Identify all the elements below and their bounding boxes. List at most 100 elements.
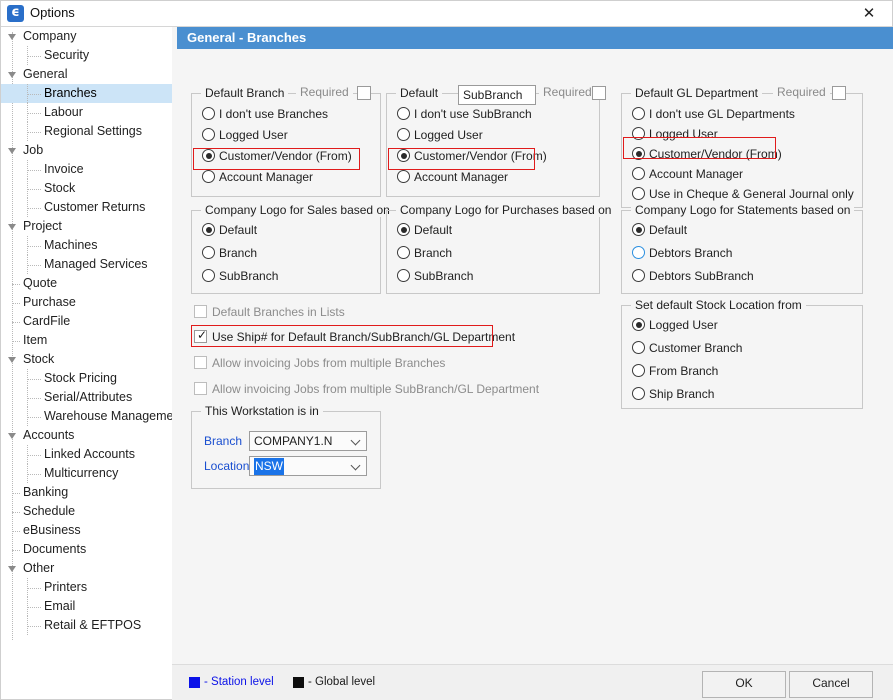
- sidebar-item-linked-accounts[interactable]: Linked Accounts: [1, 445, 172, 464]
- sidebar-item-security[interactable]: Security: [1, 46, 172, 65]
- sidebar-item-schedule[interactable]: Schedule: [1, 502, 172, 521]
- sidebar-item-cardfile[interactable]: CardFile: [1, 312, 172, 331]
- sidebar-item-general[interactable]: General: [1, 65, 172, 84]
- sidebar-item-item[interactable]: Item: [1, 331, 172, 350]
- sidebar-item-email[interactable]: Email: [1, 597, 172, 616]
- tree-connector: [27, 189, 41, 191]
- sidebar-item-banking[interactable]: Banking: [1, 483, 172, 502]
- tree-connector: [27, 597, 29, 616]
- group-default-subbranch: Default I don't use SubBranch Logged Use…: [386, 86, 600, 197]
- tree-connector: [27, 455, 41, 457]
- close-icon[interactable]: ✕: [846, 1, 892, 26]
- sidebar-item-multicurrency[interactable]: Multicurrency: [1, 464, 172, 483]
- sidebar-item-label: Customer Returns: [44, 200, 146, 214]
- sidebar-item-documents[interactable]: Documents: [1, 540, 172, 559]
- options-tree[interactable]: Company Security General Branches Labour Regi…: [1, 27, 172, 699]
- sidebar-item-label: eBusiness: [23, 523, 81, 537]
- tree-connector: [27, 407, 29, 426]
- tree-connector: [27, 398, 41, 400]
- sidebar-item-retail-eftpos[interactable]: Retail & EFTPOS: [1, 616, 172, 635]
- sidebar-item-label: Quote: [23, 276, 58, 290]
- legend-swatch-station: [189, 677, 200, 688]
- cancel-button[interactable]: Cancel: [789, 671, 873, 698]
- tree-connector: [12, 531, 20, 533]
- sidebar-item-managed-services[interactable]: Managed Services: [1, 255, 172, 274]
- tree-connector: [27, 626, 41, 628]
- sidebar-item-label: Invoice: [44, 162, 84, 176]
- sidebar-item-regional-settings[interactable]: Regional Settings: [1, 122, 172, 141]
- radio-label: Customer/Vendor (From): [649, 147, 782, 161]
- sidebar-item-label: Linked Accounts: [44, 447, 136, 461]
- expander-arrow-icon[interactable]: [8, 34, 16, 40]
- tree-connector: [27, 607, 41, 609]
- expander-arrow-icon[interactable]: [8, 224, 16, 230]
- expander-arrow-icon[interactable]: [8, 433, 16, 439]
- tree-connector: [12, 493, 20, 495]
- sidebar-item-serial-attributes[interactable]: Serial/Attributes: [1, 388, 172, 407]
- sidebar-item-label: Company: [23, 29, 77, 43]
- tree-connector: [27, 255, 29, 274]
- subbranch-name-input[interactable]: [458, 85, 536, 105]
- sidebar-item-company[interactable]: Company: [1, 27, 172, 46]
- expander-arrow-icon[interactable]: [8, 72, 16, 78]
- expander-arrow-icon[interactable]: [8, 566, 16, 572]
- required-checkbox-gl[interactable]: [832, 86, 846, 100]
- sidebar-item-printers[interactable]: Printers: [1, 578, 172, 597]
- radio-label: Branch: [414, 246, 453, 260]
- sidebar-item-job[interactable]: Job: [1, 141, 172, 160]
- tree-connector: [27, 578, 29, 597]
- sidebar-item-label: Warehouse Management: [44, 409, 172, 423]
- sidebar-item-label: Security: [44, 48, 90, 62]
- group-default-gl-department: Default GL Department I don't use GL Dep…: [621, 86, 863, 208]
- required-label-subbranch: Required: [539, 85, 596, 99]
- tree-connector: [27, 445, 29, 464]
- group-gl-department-title: Default GL Department: [631, 86, 762, 100]
- radio-label: Default: [414, 223, 453, 237]
- expander-arrow-icon[interactable]: [8, 357, 16, 363]
- sidebar-item-label: Project: [23, 219, 62, 233]
- sidebar-item-machines[interactable]: Machines: [1, 236, 172, 255]
- group-logo-statements: Company Logo for Statements based on Def…: [621, 203, 863, 294]
- required-label-gl: Required: [773, 85, 830, 99]
- radio-icon: [632, 364, 645, 377]
- sidebar-item-quote[interactable]: Quote: [1, 274, 172, 293]
- tree-connector: [12, 322, 20, 324]
- group-logo-statements-title: Company Logo for Statements based on: [631, 203, 855, 217]
- tree-connector: [27, 94, 41, 96]
- required-checkbox-branch[interactable]: [357, 86, 371, 100]
- sidebar-item-invoice[interactable]: Invoice: [1, 160, 172, 179]
- sidebar-item-warehouse-management[interactable]: Warehouse Management: [1, 407, 172, 426]
- expander-arrow-icon[interactable]: [8, 148, 16, 154]
- tree-connector: [12, 284, 20, 286]
- radio-label: I don't use Branches: [219, 107, 329, 121]
- sidebar-item-label: Managed Services: [44, 257, 148, 271]
- sidebar-item-accounts[interactable]: Accounts: [1, 426, 172, 445]
- sidebar-item-stock[interactable]: Stock: [1, 179, 172, 198]
- checkbox-icon: ✓: [194, 328, 207, 343]
- radio-label: Customer/Vendor (From): [414, 149, 547, 163]
- sidebar-item-stock-pricing[interactable]: Stock Pricing: [1, 369, 172, 388]
- ok-button[interactable]: OK: [702, 671, 786, 698]
- sidebar-item-label: Other: [23, 561, 55, 575]
- sidebar-item-label: Email: [44, 599, 76, 613]
- sidebar-item-customer-returns[interactable]: Customer Returns: [1, 198, 172, 217]
- sidebar-item-ebusiness[interactable]: eBusiness: [1, 521, 172, 540]
- branch-combobox[interactable]: COMPANY1.N: [249, 431, 367, 451]
- sidebar-item-branches[interactable]: Branches: [1, 84, 172, 103]
- group-workstation-title: This Workstation is in: [201, 404, 323, 418]
- sidebar-item-purchase[interactable]: Purchase: [1, 293, 172, 312]
- sidebar-item-stock[interactable]: Stock: [1, 350, 172, 369]
- sidebar-item-other[interactable]: Other: [1, 559, 172, 578]
- tree-connector: [27, 265, 41, 267]
- location-combobox[interactable]: NSW: [249, 456, 367, 476]
- checkbox-label: Allow invoicing Jobs from multiple Branc…: [212, 356, 446, 370]
- radio-label: I don't use GL Departments: [649, 107, 795, 121]
- radio-icon: [202, 269, 215, 282]
- sidebar-item-labour[interactable]: Labour: [1, 103, 172, 122]
- sidebar-item-project[interactable]: Project: [1, 217, 172, 236]
- sidebar-item-label: Multicurrency: [44, 466, 119, 480]
- radio-label: From Branch: [649, 364, 719, 378]
- required-checkbox-subbranch[interactable]: [592, 86, 606, 100]
- tree-connector: [27, 179, 29, 198]
- radio-label: Account Manager: [649, 167, 744, 181]
